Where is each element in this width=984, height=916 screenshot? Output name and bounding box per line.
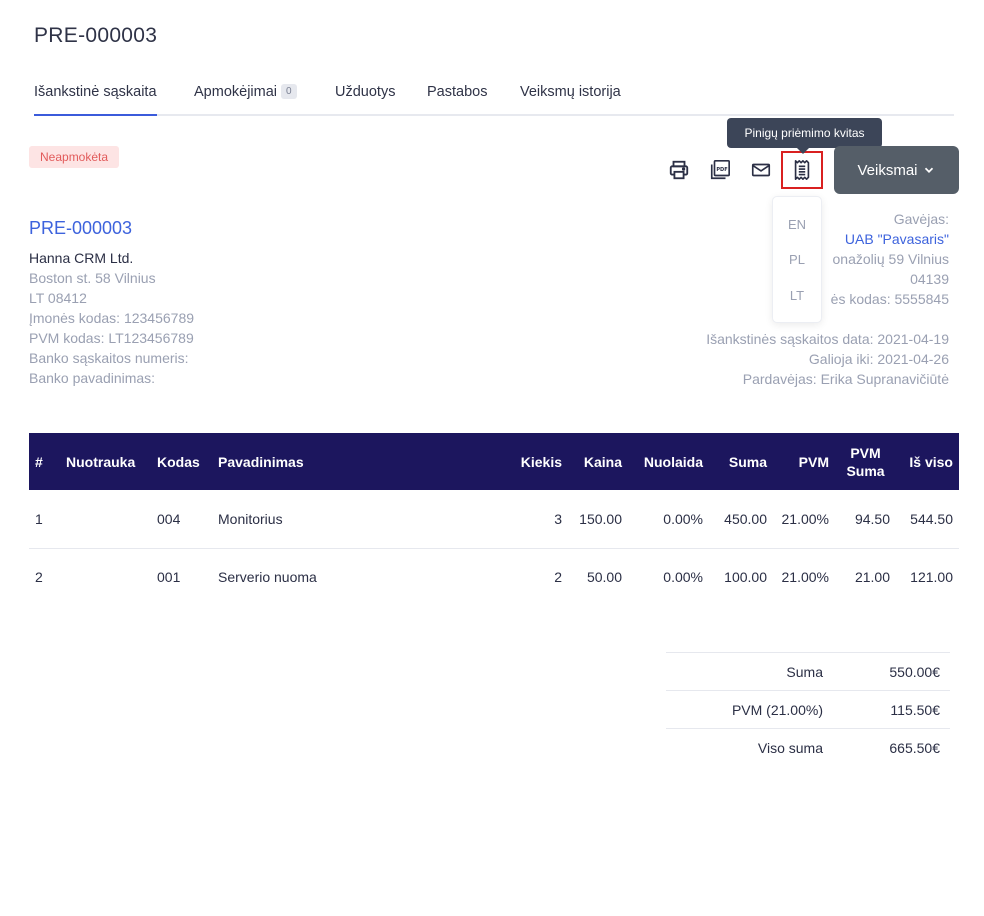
cell-discount: 0.00% (628, 490, 709, 549)
cell-name: Serverio nuoma (218, 569, 317, 586)
totals-sum-label: Suma (666, 652, 831, 691)
cell-vat: 21.00% (781, 569, 829, 586)
printer-icon (669, 160, 689, 180)
client-address: onažolių 59 Vilnius (832, 251, 950, 267)
cell-image (60, 490, 151, 549)
totals-sum-value: 550.00€ (831, 652, 950, 691)
receipt-tooltip: Pinigų priėmimo kvitas (727, 118, 882, 148)
cell-vat-sum: 94.50 (835, 490, 896, 549)
totals-row-vat: PVM (21.00%) 115.50€ (666, 690, 950, 729)
col-vat-sum: PVM Suma (835, 433, 896, 490)
status-badge: Neapmokėta (29, 146, 120, 168)
tooltip-arrow (797, 148, 809, 154)
client-name-link[interactable]: UAB "Pavasaris" (845, 231, 949, 247)
client-postcode: 04139 (910, 271, 949, 287)
actions-button-label: Veiksmai (857, 161, 918, 179)
chevron-down-icon (924, 167, 933, 173)
cell-num: 2 (35, 569, 43, 586)
language-option-pl[interactable]: PL (773, 252, 821, 267)
totals-grand-value: 665.50€ (831, 728, 950, 767)
totals-row-sum: Suma 550.00€ (666, 652, 950, 691)
seller-company-code: Įmonės kodas: 123456789 (29, 310, 195, 326)
seller-address: Boston st. 58 Vilnius (29, 270, 156, 286)
col-total: Iš viso (896, 433, 959, 490)
col-price: Kaina (568, 433, 628, 490)
tab-tasks-label: Užduotys (335, 84, 396, 100)
cell-total: 544.50 (896, 490, 959, 549)
table-header-row: # Nuotrauka Kodas Pavadinimas Kiekis Kai… (29, 433, 959, 490)
tab-invoice-label: Išankstinė sąskaita (34, 84, 157, 100)
cell-sum: 100.00 (724, 569, 767, 586)
cell-total: 121.00 (910, 569, 953, 586)
seller-person: Pardavėjas: Erika Supranavičiūtė (742, 371, 949, 387)
mail-icon (751, 163, 771, 177)
seller-postcode: LT 08412 (29, 290, 87, 306)
print-button[interactable] (667, 158, 691, 182)
col-name: Pavadinimas (212, 433, 512, 490)
totals-vat-value: 115.50€ (831, 690, 950, 729)
cell-vat: 21.00% (773, 490, 835, 549)
language-option-en[interactable]: EN (773, 217, 821, 232)
totals-vat-label: PVM (21.00%) (666, 690, 831, 729)
table-row: 1 004 Monitorius 3 150.00 0.00% 450.00 2… (29, 490, 959, 549)
table-row: 2 001 Serverio nuoma 2 50.00 0.00% 100.0… (29, 548, 959, 606)
cell-code: 004 (151, 490, 212, 549)
seller-bank-name: Banko pavadinimas: (29, 370, 156, 386)
client-company-code: ės kodas: 5555845 (830, 291, 949, 307)
seller-bank-account: Banko sąskaitos numeris: (29, 350, 189, 366)
language-dropdown: EN PL LT (772, 196, 822, 323)
tab-notes[interactable]: Pastabos (427, 84, 487, 116)
cell-image (60, 548, 151, 606)
cell-discount: 0.00% (663, 569, 703, 586)
cell-name: Monitorius (212, 490, 512, 549)
tab-tasks[interactable]: Užduotys (335, 84, 395, 116)
col-sum: Suma (709, 433, 773, 490)
col-code: Kodas (151, 433, 212, 490)
receipt-button[interactable] (781, 151, 823, 189)
language-option-lt[interactable]: LT (773, 288, 821, 303)
seller-vat-code: PVM kodas: LT123456789 (29, 330, 194, 346)
tab-bar: Išankstinė sąskaita Apmokėjimai 0 Užduoty… (34, 80, 954, 116)
tab-invoice[interactable]: Išankstinė sąskaita (34, 84, 157, 116)
col-vat-sum-line1: PVM (850, 444, 881, 461)
cell-qty: 3 (512, 490, 568, 549)
cell-num: 1 (29, 490, 60, 549)
tab-payments-label: Apmokėjimai (194, 84, 277, 100)
totals-grand-label: Viso suma (666, 728, 831, 767)
totals-table: Suma 550.00€ PVM (21.00%) 115.50€ Viso s… (666, 652, 950, 767)
col-image: Nuotrauka (60, 433, 151, 490)
totals-row-grand: Viso suma 665.50€ (666, 728, 950, 767)
payments-count-badge: 0 (281, 84, 297, 99)
cell-sum: 450.00 (709, 490, 773, 549)
cell-price: 50.00 (586, 569, 622, 586)
cell-code: 001 (157, 569, 181, 586)
pdf-button[interactable]: PDF (708, 158, 732, 182)
col-qty: Kiekis (512, 433, 568, 490)
col-num: # (29, 433, 60, 490)
tab-history[interactable]: Veiksmų istorija (520, 84, 621, 116)
document-id-link[interactable]: PRE-000003 (29, 218, 132, 239)
actions-button[interactable]: Veiksmai (834, 146, 959, 194)
tab-history-label: Veiksmų istorija (520, 84, 621, 100)
pdf-icon: PDF (710, 160, 730, 180)
col-discount: Nuolaida (628, 433, 709, 490)
tab-payments[interactable]: Apmokėjimai 0 (194, 84, 297, 116)
seller-name: Hanna CRM Ltd. (29, 250, 134, 266)
cell-qty: 2 (554, 569, 562, 586)
cell-price: 150.00 (568, 490, 628, 549)
cell-vat-sum: 21.00 (854, 569, 890, 586)
col-vat-sum-line2: Suma (846, 462, 885, 479)
page-title: PRE-000003 (34, 24, 158, 47)
invoice-date: Išankstinės sąskaitos data: 2021-04-19 (706, 331, 949, 347)
tab-notes-label: Pastabos (427, 84, 488, 100)
col-vat: PVM (773, 433, 835, 490)
valid-until: Galioja iki: 2021-04-26 (808, 351, 949, 367)
client-heading: Gavėjas: (893, 211, 949, 227)
receipt-icon (794, 160, 810, 180)
svg-text:PDF: PDF (716, 167, 728, 173)
email-button[interactable] (749, 158, 773, 182)
items-table: # Nuotrauka Kodas Pavadinimas Kiekis Kai… (29, 433, 959, 606)
